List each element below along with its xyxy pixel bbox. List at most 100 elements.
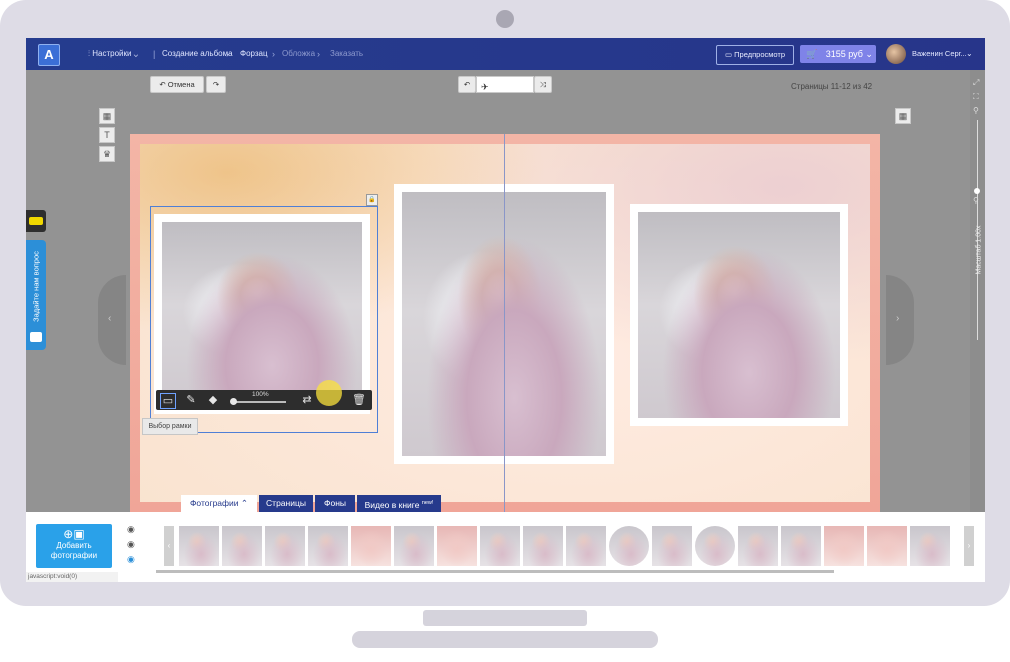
cart-icon: 🛒 [806, 49, 818, 59]
photo-thumbnail[interactable] [265, 526, 305, 566]
tab-photos[interactable]: Фотографии ⌃ [181, 495, 257, 512]
photo-thumbnail[interactable] [394, 526, 434, 566]
photo-thumbnail[interactable] [652, 526, 692, 566]
photo-thumbnail[interactable] [609, 526, 649, 566]
breadcrumb-order[interactable]: Заказать [330, 38, 363, 70]
photo-thumbnail[interactable] [308, 526, 348, 566]
tab-pages[interactable]: Страницы [259, 495, 313, 512]
username[interactable]: Важенин Серг... [912, 38, 967, 70]
breadcrumb-endpaper[interactable]: Форзац [240, 38, 268, 70]
photo-thumbnail[interactable] [351, 526, 391, 566]
photo-thumbnail[interactable] [781, 526, 821, 566]
photo-thumbnail[interactable] [695, 526, 735, 566]
chat-widget-top[interactable] [26, 210, 46, 232]
layout-switcher[interactable]: ✈ [476, 76, 534, 93]
thumbnail-scrollbar[interactable] [156, 570, 834, 573]
chevron-right-icon: › [896, 313, 900, 324]
photo-frame-right[interactable] [630, 204, 848, 426]
chevron-right-icon: › [317, 49, 320, 59]
top-bar: A ⫶ Настройки ⌄ | Создание альбома › Фор… [26, 38, 985, 70]
photo-thumbnail[interactable] [910, 526, 950, 566]
breadcrumb-cover[interactable]: Обложка [282, 38, 315, 70]
slider-handle[interactable] [230, 398, 237, 405]
zoom-out-icon[interactable]: ⚲ [973, 196, 979, 205]
brush-icon[interactable]: ✎ [184, 393, 198, 407]
layout-icon[interactable]: ▦ [895, 108, 911, 124]
photo-thumbnail[interactable] [437, 526, 477, 566]
crown-icon[interactable]: ♛ [99, 146, 115, 162]
divider: | [153, 49, 156, 59]
page-undo-button[interactable]: ↶ [458, 76, 476, 93]
photo-thumbnail[interactable] [824, 526, 864, 566]
chevron-left-icon: ‹ [108, 313, 112, 324]
app-logo[interactable]: A [38, 44, 60, 66]
chevron-right-icon[interactable]: › [964, 526, 974, 566]
cursor-highlight [316, 380, 342, 406]
monitor-base [352, 631, 658, 648]
price-label: 3155 руб [825, 49, 863, 59]
badge-icon [29, 217, 43, 225]
app-screen: A ⫶ Настройки ⌄ | Создание альбома › Фор… [26, 38, 985, 582]
avatar[interactable] [886, 44, 906, 64]
zoom-in-icon[interactable]: ⚲ [973, 106, 979, 115]
monitor-neck [423, 610, 587, 626]
shapes-icon[interactable]: ◆ [206, 393, 220, 407]
eye-icon[interactable]: ◉ [127, 539, 135, 550]
breadcrumb-create-album[interactable]: Создание альбома [162, 38, 233, 70]
photo-thumbnail[interactable] [222, 526, 262, 566]
chevron-down-icon[interactable]: ⌄ [966, 38, 973, 70]
zoom-readout: Масштаб 1.00x [975, 225, 983, 275]
fullscreen-icon[interactable]: ⛶ [973, 92, 979, 102]
chevron-left-icon[interactable]: ‹ [164, 526, 174, 566]
redo-button[interactable]: ↷ [206, 76, 226, 93]
chevron-right-icon: › [272, 49, 275, 59]
expand-icon[interactable]: ⤢ [973, 78, 979, 88]
replace-icon[interactable]: ⇄ [300, 393, 314, 407]
redo-icon: ↷ [212, 80, 220, 89]
photo-thumbnail[interactable] [867, 526, 907, 566]
trash-icon[interactable]: 🗑 [352, 393, 366, 407]
tab-label: Видео в книге [364, 499, 420, 510]
photo-thumbnail[interactable] [738, 526, 778, 566]
eye-icon[interactable]: ◉ [127, 554, 135, 565]
editor-workspace: ↶ Отмена ↷ ↶ ✈ ⤨ Страницы 11-12 из 42 ▦ … [26, 70, 985, 512]
tab-label: Фотографии [189, 498, 239, 508]
tab-backgrounds[interactable]: Фоны [315, 495, 355, 512]
camera-dot [496, 10, 514, 28]
undo-button[interactable]: ↶ Отмена [150, 76, 204, 93]
add-photos-label: Добавить фотографии [50, 541, 98, 560]
prev-page-arrow[interactable]: ‹ [98, 275, 126, 365]
layout-icon[interactable]: ▦ [99, 108, 115, 124]
shuffle-icon: ⤨ [540, 80, 546, 89]
feedback-tab[interactable]: Задайте нам вопрос [26, 240, 46, 350]
photo-thumbnail[interactable] [179, 526, 219, 566]
tab-video[interactable]: Видео в книге new! [357, 495, 441, 512]
zoom-label: Масштаб [975, 244, 983, 275]
shuffle-button[interactable]: ⤨ [534, 76, 552, 93]
chevron-right-icon: › [226, 49, 229, 59]
settings-label: Настройки [92, 49, 132, 58]
lock-icon[interactable]: 🔒 [366, 194, 378, 206]
photo-thumbnail[interactable] [566, 526, 606, 566]
status-bar: javascript:void(0) [26, 572, 118, 582]
preview-button[interactable]: ▭ Предпросмотр [716, 45, 794, 65]
monitor-icon: ▭ [724, 50, 735, 59]
preview-label: Предпросмотр [734, 50, 786, 59]
feedback-label: Задайте нам вопрос [31, 251, 41, 322]
frame-select-icon[interactable]: ▭ [160, 393, 176, 409]
photo-thumbnail[interactable] [480, 526, 520, 566]
photo-thumbnail[interactable] [523, 526, 563, 566]
tooltip: Выбор рамки [142, 418, 198, 435]
zoom-handle[interactable] [974, 188, 980, 194]
undo-icon: ↶ [159, 80, 168, 89]
eye-icon[interactable]: ◉ [127, 524, 135, 535]
photo-zoom-slider[interactable] [232, 401, 286, 403]
pages-indicator: Страницы 11-12 из 42 [791, 82, 873, 91]
next-page-arrow[interactable]: › [886, 275, 914, 365]
zoom-value: 1.00x [975, 225, 983, 243]
settings-menu[interactable]: ⫶ Настройки ⌄ [88, 38, 138, 70]
add-photo-icon: ⊕▣ [63, 527, 85, 541]
text-icon[interactable]: T [99, 127, 115, 143]
cart-button[interactable]: 🛒 3155 руб ⌄ [800, 45, 876, 63]
add-photos-button[interactable]: ⊕▣ Добавить фотографии [36, 524, 112, 568]
